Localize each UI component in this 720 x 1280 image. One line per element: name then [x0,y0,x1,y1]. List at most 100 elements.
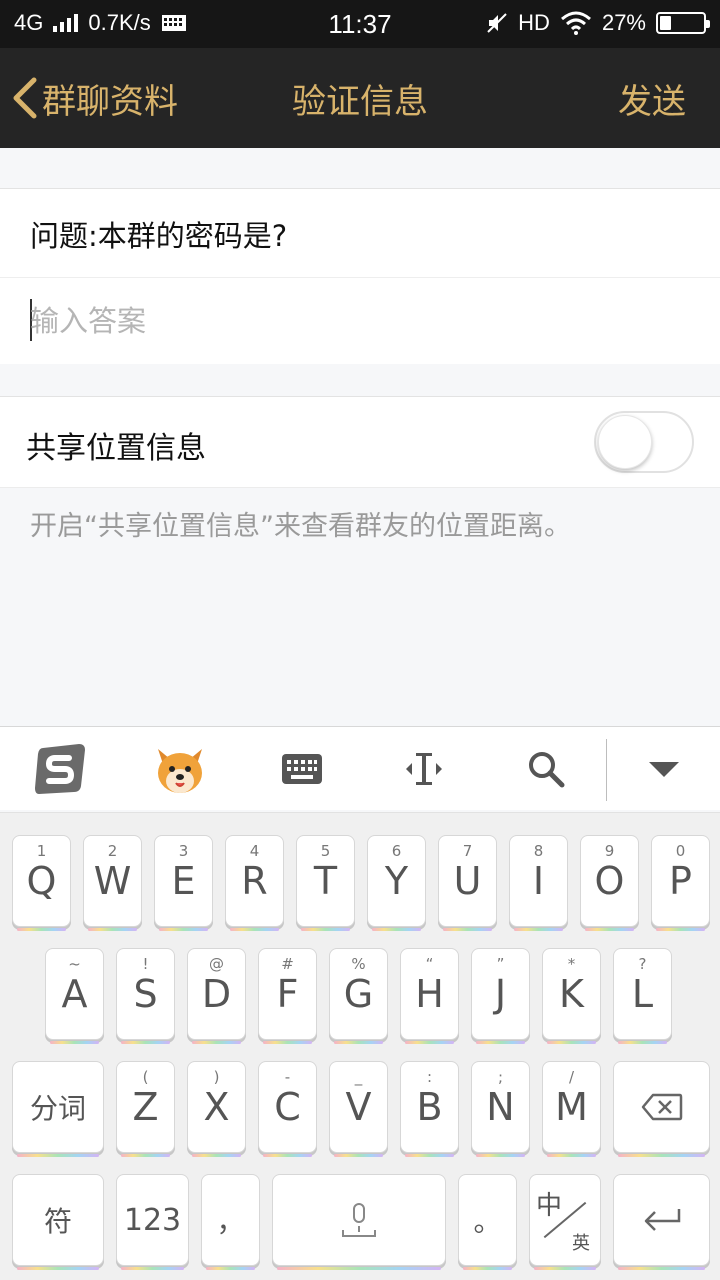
key-h[interactable]: “H [400,948,459,1044]
cursor-icon[interactable] [394,739,454,799]
key-lang-switch[interactable]: 中 英 [529,1174,601,1270]
key-sub-label: 6 [391,842,402,860]
key-label: C [274,1085,301,1129]
key-sub-label: ( [142,1068,149,1086]
key-sub-label: ” [496,955,505,973]
divider [0,277,720,278]
key-sub-label: ; [497,1068,504,1086]
key-label: U [453,859,482,903]
send-button[interactable]: 发送 [618,74,686,123]
key-sub-label: 3 [178,842,189,860]
mute-icon [487,13,507,33]
toggle-knob [598,415,652,469]
key-y[interactable]: 6Y [367,835,426,931]
key-label: 符 [43,1205,72,1238]
key-label-en: 英 [572,1233,590,1254]
key-f[interactable]: # F [258,948,317,1044]
key-enter[interactable] [613,1174,710,1270]
key-t[interactable]: 5T [296,835,355,931]
key-r[interactable]: 4R [225,835,284,931]
keyboard-icon[interactable] [272,739,332,799]
key-sub-label: ! [142,955,149,973]
key-label: I [532,859,545,903]
key-label: 。 [473,1205,502,1238]
key-label: Z [132,1085,159,1129]
answer-input[interactable] [30,289,690,353]
key-k[interactable]: * K [542,948,601,1044]
key-period[interactable]: 。 [458,1174,517,1270]
key-l[interactable]: ? L [613,948,672,1044]
key-q[interactable]: 1Q [12,835,71,931]
key-label: D [201,972,232,1016]
key-label: R [241,859,268,903]
key-v[interactable]: _ V [329,1061,388,1157]
key-label: G [343,972,374,1016]
battery-icon [656,12,710,34]
key-c[interactable]: -C [258,1061,317,1157]
key-label: A [61,972,88,1016]
key-u[interactable]: 7U [438,835,497,931]
key-comma[interactable]: ， [201,1174,260,1270]
key-w[interactable]: 2W [83,835,142,931]
key-label: T [313,859,338,903]
soft-keyboard: 1Q 2W 3E 4R 5T 6Y 7U 8I 9O 0P ~ A ! S @ D #… [0,812,720,1280]
key-m[interactable]: / M [542,1061,601,1157]
key-sub-label: / [568,1068,575,1086]
key-sub-label: ? [638,955,647,973]
key-a[interactable]: ~ A [45,948,104,1044]
key-label: Q [26,859,57,903]
key-z[interactable]: (Z [116,1061,175,1157]
search-icon[interactable] [516,739,576,799]
key-label: X [203,1085,230,1129]
key-o[interactable]: 9O [580,835,639,931]
key-label: O [594,859,625,903]
key-label: J [494,972,507,1016]
key-label: P [669,859,692,903]
key-p[interactable]: 0P [651,835,710,931]
share-location-row: 共享位置信息 [0,396,720,488]
key-label: 分词 [29,1092,86,1125]
key-n[interactable]: ; N [471,1061,530,1157]
key-e[interactable]: 3E [154,835,213,931]
emoji-dog-icon[interactable] [150,739,210,799]
key-sub-label: % [351,955,366,973]
key-sub-label: ) [213,1068,220,1086]
key-label: K [559,972,584,1016]
key-d[interactable]: @ D [187,948,246,1044]
key-numbers[interactable]: 123 [116,1174,189,1270]
status-right: HD 27% [486,10,710,36]
key-label: N [486,1085,515,1129]
key-backspace[interactable] [613,1061,710,1157]
key-g[interactable]: % G [329,948,388,1044]
share-location-label: 共享位置信息 [26,431,206,466]
key-fenci[interactable]: 分词 [12,1061,104,1157]
wifi-icon [560,11,591,35]
question-text: 问题:本群的密码是? [30,219,288,253]
sogou-logo-icon[interactable] [30,739,90,799]
key-sub-label: @ [209,955,224,973]
toolbar-separator [606,739,607,801]
key-sub-label: ~ [68,955,81,973]
key-label: E [171,859,196,903]
collapse-keyboard-icon[interactable] [634,739,694,799]
key-label: M [555,1085,588,1129]
key-symbols[interactable]: 符 [12,1174,104,1270]
key-b[interactable]: :B [400,1061,459,1157]
key-sub-label: : [426,1068,433,1086]
key-sub-label: 7 [462,842,473,860]
status-bar: 4G 0.7K/s 11:37 HD 27% [0,0,720,48]
key-label: W [93,859,132,903]
key-sub-label: # [281,955,294,973]
keyboard-toolbar [0,726,720,810]
key-i[interactable]: 8I [509,835,568,931]
key-label: H [415,972,444,1016]
share-location-toggle[interactable] [594,411,694,473]
key-j[interactable]: ” J [471,948,530,1044]
key-label: 123 [123,1202,182,1238]
key-sub-label: - [284,1068,291,1086]
key-label: ， [216,1205,245,1238]
key-sub-label: 9 [604,842,615,860]
key-space-voice[interactable] [272,1174,446,1270]
key-s[interactable]: ! S [116,948,175,1044]
key-x[interactable]: ) X [187,1061,246,1157]
